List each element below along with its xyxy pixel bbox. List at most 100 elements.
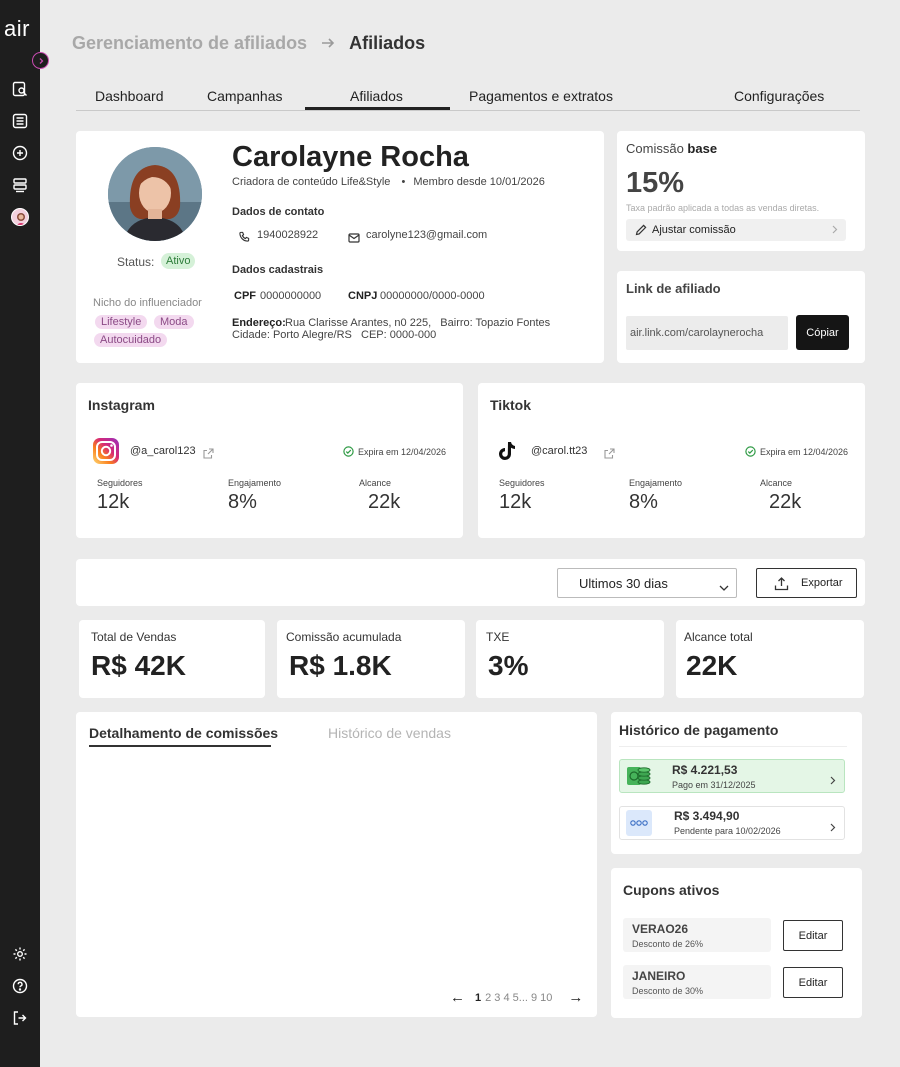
niche-title: Nicho do influenciador xyxy=(93,297,202,309)
phone-value: 1940028922 xyxy=(257,229,319,241)
pagination-next-arrow[interactable]: → xyxy=(568,989,583,1006)
cnpj-value: 00000000/0000-0000 xyxy=(380,290,485,302)
cpf-label: CPF xyxy=(234,290,256,302)
payments-title: Histórico de pagamento xyxy=(619,722,779,738)
details-card: Detalhamento de comissões Histórico de v… xyxy=(76,712,597,1017)
affiliate-link-card: Link de afiliado Cópiar xyxy=(617,271,865,363)
user-avatar[interactable] xyxy=(11,208,29,226)
instagram-expire: Expira em 12/04/2026 xyxy=(343,446,446,457)
external-link-icon[interactable] xyxy=(203,446,214,464)
tab-historico-vendas[interactable]: Histórico de vendas xyxy=(328,725,451,741)
mail-icon xyxy=(348,230,360,248)
registration-title: Dados cadastrais xyxy=(232,264,324,276)
export-button[interactable]: Exportar xyxy=(756,568,857,598)
settings-gear-icon[interactable] xyxy=(11,945,29,963)
status-badge: Ativo xyxy=(161,253,196,269)
tiktok-icon xyxy=(496,440,518,467)
instagram-handle[interactable]: @a_carol123 xyxy=(130,445,196,457)
tiktok-stat-value-0: 12k xyxy=(499,491,532,513)
kpi-value: R$ 1.8K xyxy=(289,650,392,681)
kpi-card-comissao: Comissão acumulada R$ 1.8K xyxy=(277,620,465,698)
adjust-commission-label: Ajustar comissão xyxy=(652,224,736,236)
chevron-right-icon xyxy=(830,772,836,790)
main-tabs: Dashboard Campanhas Afiliados Pagamentos… xyxy=(76,80,860,111)
coupons-title: Cupons ativos xyxy=(623,882,720,898)
pencil-icon xyxy=(635,224,647,239)
monitor-icon[interactable] xyxy=(11,176,29,194)
kpi-value: R$ 42K xyxy=(91,650,186,681)
instagram-stat-value-1: 8% xyxy=(228,491,257,513)
coins-icon xyxy=(625,763,652,794)
tiktok-handle[interactable]: @carol.tt23 xyxy=(531,445,587,457)
breadcrumb-current: Afiliados xyxy=(349,33,426,53)
email-value: carolyne123@gmail.com xyxy=(366,229,488,241)
tab-afiliados[interactable]: Afiliados xyxy=(350,88,403,104)
commission-description: Taxa padrão aplicada a todas as vendas d… xyxy=(626,203,820,213)
chevron-right-icon xyxy=(830,819,836,837)
pagination-prev-arrow[interactable]: ← xyxy=(450,989,465,1006)
copy-link-button[interactable]: Cópiar xyxy=(796,315,849,350)
coupon-item: VERAO26 Desconto de 26% xyxy=(623,918,771,952)
edit-coupon-button[interactable]: Editar xyxy=(783,967,843,998)
help-icon[interactable] xyxy=(11,977,29,995)
tab-configuracoes[interactable]: Configurações xyxy=(734,88,824,104)
tab-detalhamento-comissoes[interactable]: Detalhamento de comissões xyxy=(89,725,278,741)
external-link-icon[interactable] xyxy=(604,446,615,464)
adjust-commission-button[interactable]: Ajustar comissão xyxy=(626,219,846,241)
tiktok-stat-value-2: 22k xyxy=(769,491,802,513)
chevron-down-icon xyxy=(719,580,729,595)
list-icon[interactable] xyxy=(11,112,29,130)
users-search-icon[interactable] xyxy=(11,80,29,98)
commission-title-prefix: Comissão xyxy=(626,141,684,156)
add-circle-icon[interactable] xyxy=(11,144,29,162)
payment-amount: R$ 3.494,90 xyxy=(674,809,740,823)
tab-dashboard[interactable]: Dashboard xyxy=(95,88,164,104)
edit-coupon-button[interactable]: Editar xyxy=(783,920,843,951)
member-since: Membro desde 10/01/2026 xyxy=(413,176,545,188)
payment-row-pending[interactable]: R$ 3.494,90 Pendente para 10/02/2026 xyxy=(619,806,845,840)
instagram-stat-value-0: 12k xyxy=(97,491,130,513)
pagination-pages[interactable]: 2 3 4 5... 9 10 xyxy=(485,992,552,1004)
instagram-stat-label-1: Engajamento xyxy=(228,478,282,488)
kpi-value: 3% xyxy=(488,650,529,681)
tab-active-indicator xyxy=(305,107,450,110)
address-value: Rua Clarisse Arantes, n0 225, Bairro: To… xyxy=(285,317,551,329)
period-select[interactable]: Ultimos 30 dias xyxy=(557,568,737,598)
arrow-right-icon xyxy=(321,33,335,54)
address-label: Endereço: xyxy=(232,317,286,329)
kpi-label: Comissão acumulada xyxy=(286,630,402,644)
coupon-description: Desconto de 26% xyxy=(632,939,704,949)
profile-subtitle: Criadora de conteúdo Life&Style • Membro… xyxy=(232,176,545,188)
breadcrumb: Gerenciamento de afiliados Afiliados xyxy=(72,33,425,54)
payment-row-paid[interactable]: R$ 4.221,53 Pago em 31/12/2025 xyxy=(619,759,845,793)
instagram-expire-text: Expira em 12/04/2026 xyxy=(358,446,447,457)
check-circle-icon xyxy=(343,446,354,457)
chevron-right-icon xyxy=(832,225,838,237)
instagram-stat-label-0: Seguidores xyxy=(97,478,143,488)
instagram-card: Instagram @a_carol123 Expira em 12/04/20… xyxy=(76,383,463,538)
commission-card: Comissão base 15% Taxa padrão aplicada a… xyxy=(617,131,865,251)
breadcrumb-parent[interactable]: Gerenciamento de afiliados xyxy=(72,33,307,54)
affiliate-link-input[interactable] xyxy=(626,316,788,350)
pending-dots-icon xyxy=(626,810,652,841)
tab-pagamentos[interactable]: Pagamentos e extratos xyxy=(469,88,613,104)
tiktok-stat-value-1: 8% xyxy=(629,491,658,513)
kpi-value: 22K xyxy=(686,650,738,681)
logout-icon[interactable] xyxy=(11,1009,29,1027)
payment-subtitle: Pendente para 10/02/2026 xyxy=(674,826,781,836)
profile-avatar xyxy=(108,147,202,241)
cnpj-label: CNPJ xyxy=(348,290,378,302)
coupon-code: VERAO26 xyxy=(632,922,689,936)
period-select-value: Ultimos 30 dias xyxy=(579,575,668,591)
address-line2: Cidade: Porto Alegre/RS CEP: 0000-000 xyxy=(232,329,437,341)
sidebar-toggle-icon[interactable] xyxy=(32,52,49,69)
tab-campanhas[interactable]: Campanhas xyxy=(207,88,283,104)
instagram-stat-value-2: 22k xyxy=(368,491,401,513)
profile-card: Status: Ativo Nicho do influenciador Lif… xyxy=(76,131,604,363)
kpi-label: Alcance total xyxy=(684,630,753,644)
phone-icon xyxy=(239,229,250,247)
affiliate-link-title: Link de afiliado xyxy=(626,281,721,296)
tiktok-expire-text: Expira em 12/04/2026 xyxy=(760,446,849,457)
pagination-current[interactable]: 1 xyxy=(475,992,481,1004)
commission-title-bold: base xyxy=(687,141,718,156)
